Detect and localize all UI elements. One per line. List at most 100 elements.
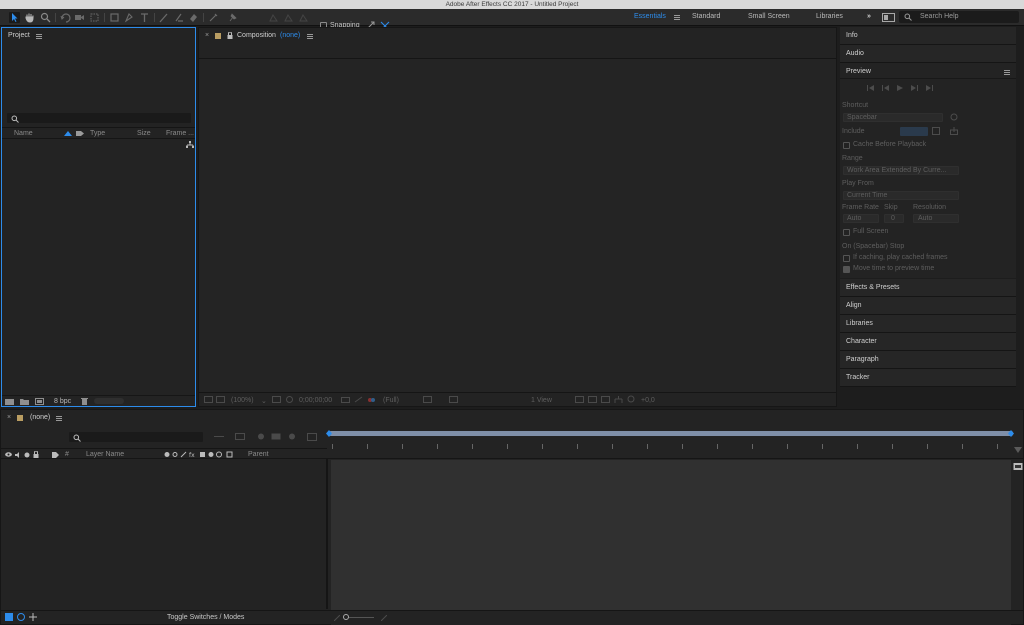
title-safe-icon[interactable] bbox=[272, 396, 281, 403]
mask-visibility-icon[interactable] bbox=[285, 396, 294, 403]
switches-icons-group[interactable]: fx bbox=[164, 451, 239, 458]
align-panel[interactable]: Align bbox=[840, 297, 1016, 315]
composition-name[interactable]: (none) bbox=[280, 32, 300, 39]
first-frame-icon[interactable] bbox=[867, 85, 875, 91]
column-name[interactable]: Name bbox=[14, 130, 33, 137]
composition-panel-menu-icon[interactable] bbox=[307, 34, 313, 39]
exposure-value[interactable]: +0,0 bbox=[641, 397, 655, 404]
zoom-slider-handle[interactable] bbox=[343, 614, 349, 620]
layer-outline-area[interactable] bbox=[1, 459, 326, 609]
effects-presets-panel[interactable]: Effects & Presets bbox=[840, 279, 1016, 297]
paragraph-panel[interactable]: Paragraph bbox=[840, 351, 1016, 369]
in-out-pane-icon[interactable] bbox=[29, 613, 37, 621]
magnification-dropdown[interactable]: (100%) bbox=[231, 397, 254, 404]
resolution-dropdown[interactable]: Auto bbox=[913, 214, 959, 223]
magnification-chevron-icon[interactable]: ⌄ bbox=[261, 397, 267, 405]
thumbnail-scrubber[interactable] bbox=[94, 398, 124, 404]
timeline-panel-menu-icon[interactable] bbox=[56, 416, 62, 421]
layer-switches-pane-icon[interactable] bbox=[5, 613, 13, 621]
libraries-panel[interactable]: Libraries bbox=[840, 315, 1016, 333]
audio-panel[interactable]: Audio bbox=[840, 45, 1016, 63]
pen-tool-icon[interactable] bbox=[124, 12, 135, 23]
show-channel-icon[interactable] bbox=[367, 396, 376, 403]
layer-name-column[interactable]: Layer Name bbox=[86, 451, 124, 458]
cache-before-playback-checkbox[interactable] bbox=[843, 142, 850, 149]
axis-local-icon[interactable] bbox=[268, 12, 279, 23]
flowchart-icon[interactable] bbox=[186, 141, 194, 148]
draft-3d-icon[interactable] bbox=[235, 433, 245, 440]
modes-pane-icon[interactable] bbox=[17, 613, 25, 621]
preview-panel-menu-icon[interactable] bbox=[1004, 70, 1010, 75]
axis-world-icon[interactable] bbox=[283, 12, 294, 23]
info-panel[interactable]: Info bbox=[840, 27, 1016, 45]
zoom-out-icon[interactable] bbox=[334, 615, 340, 621]
toggle-switches-modes-button[interactable]: Toggle Switches / Modes bbox=[167, 614, 244, 621]
close-timeline-tab-icon[interactable]: × bbox=[7, 414, 11, 421]
hand-tool-icon[interactable] bbox=[24, 12, 35, 23]
previous-frame-icon[interactable] bbox=[882, 85, 890, 91]
timeline-navigator-icon[interactable] bbox=[1014, 447, 1022, 457]
roto-brush-tool-icon[interactable] bbox=[208, 12, 219, 23]
include-video-audio-toggle[interactable] bbox=[900, 127, 928, 136]
reset-icon[interactable] bbox=[950, 113, 958, 121]
column-type[interactable]: Type bbox=[90, 130, 105, 137]
composition-mini-flowchart-icon[interactable] bbox=[214, 433, 224, 440]
resolution-dropdown[interactable]: (Full) bbox=[383, 397, 399, 404]
comp-button-icon[interactable] bbox=[1013, 462, 1023, 471]
layer-number-column[interactable]: # bbox=[65, 451, 69, 458]
composition-panel[interactable]: × Composition (none) (100%) ⌄ 0;00;00;00… bbox=[198, 27, 837, 407]
parent-column[interactable]: Parent bbox=[248, 451, 269, 458]
project-search-input[interactable] bbox=[7, 113, 191, 123]
layer-search-input[interactable] bbox=[69, 432, 203, 442]
graph-editor-icon[interactable] bbox=[307, 433, 317, 441]
rectangle-tool-icon[interactable] bbox=[109, 12, 120, 23]
workspace-standard[interactable]: Standard bbox=[692, 13, 720, 20]
always-preview-icon[interactable] bbox=[204, 396, 213, 403]
region-of-interest-icon[interactable] bbox=[423, 396, 432, 403]
work-area-bar[interactable] bbox=[329, 431, 1013, 436]
search-help-toggle-icon[interactable] bbox=[882, 13, 895, 22]
new-folder-icon[interactable] bbox=[20, 398, 29, 405]
play-icon[interactable] bbox=[897, 85, 903, 91]
workspace-menu-icon[interactable] bbox=[674, 15, 680, 20]
lock-icon[interactable] bbox=[227, 32, 233, 39]
hide-shy-layers-icon[interactable] bbox=[256, 433, 266, 440]
new-composition-icon[interactable] bbox=[35, 398, 44, 405]
workspace-essentials[interactable]: Essentials bbox=[634, 13, 666, 20]
fast-previews-icon[interactable] bbox=[588, 396, 597, 403]
zoom-tool-icon[interactable] bbox=[40, 12, 51, 23]
label-tag-icon[interactable] bbox=[76, 130, 84, 137]
clone-stamp-tool-icon[interactable] bbox=[173, 12, 184, 23]
column-frame[interactable]: Frame ... bbox=[166, 130, 194, 137]
move-time-checkbox[interactable] bbox=[843, 266, 850, 273]
transparency-grid-icon[interactable] bbox=[449, 396, 458, 403]
pan-behind-tool-icon[interactable] bbox=[89, 12, 100, 23]
camera-tool-icon[interactable] bbox=[74, 12, 85, 23]
composition-viewer[interactable] bbox=[199, 59, 836, 392]
full-screen-checkbox[interactable] bbox=[843, 229, 850, 236]
video-eye-icon[interactable] bbox=[5, 452, 12, 457]
lock-column-icon[interactable] bbox=[33, 451, 39, 458]
frame-blending-icon[interactable] bbox=[271, 433, 281, 440]
search-help-field[interactable]: Search Help bbox=[899, 11, 1019, 23]
current-time-display[interactable]: 0;00;00;00 bbox=[299, 397, 332, 404]
close-tab-icon[interactable]: × bbox=[205, 32, 209, 39]
preview-panel[interactable]: Preview Shortcut Spacebar Include Cache … bbox=[840, 63, 1016, 278]
comp-flowchart-icon[interactable] bbox=[614, 396, 623, 403]
motion-blur-icon[interactable] bbox=[287, 433, 297, 440]
last-frame-icon[interactable] bbox=[925, 85, 933, 91]
play-from-dropdown[interactable]: Current Time bbox=[843, 191, 959, 200]
timeline-panel[interactable]: × (none) # Layer Name fx Parent Toggle S… bbox=[0, 409, 1024, 625]
character-panel[interactable]: Character bbox=[840, 333, 1016, 351]
eraser-tool-icon[interactable] bbox=[188, 12, 199, 23]
color-depth-button[interactable]: 8 bpc bbox=[54, 398, 71, 405]
rotation-tool-icon[interactable] bbox=[60, 12, 71, 23]
axis-view-icon[interactable] bbox=[298, 12, 309, 23]
sort-ascending-icon[interactable] bbox=[64, 131, 72, 136]
next-frame-icon[interactable] bbox=[910, 85, 918, 91]
range-dropdown[interactable]: Work Area Extended By Curre... bbox=[843, 166, 959, 175]
workspace-overflow-button[interactable]: » bbox=[867, 13, 871, 20]
vr-viewer-icon[interactable] bbox=[216, 396, 225, 403]
include-overlays-icon[interactable] bbox=[932, 127, 940, 135]
project-panel[interactable]: Project Name Type Size Frame ... 8 bpc bbox=[1, 27, 196, 407]
